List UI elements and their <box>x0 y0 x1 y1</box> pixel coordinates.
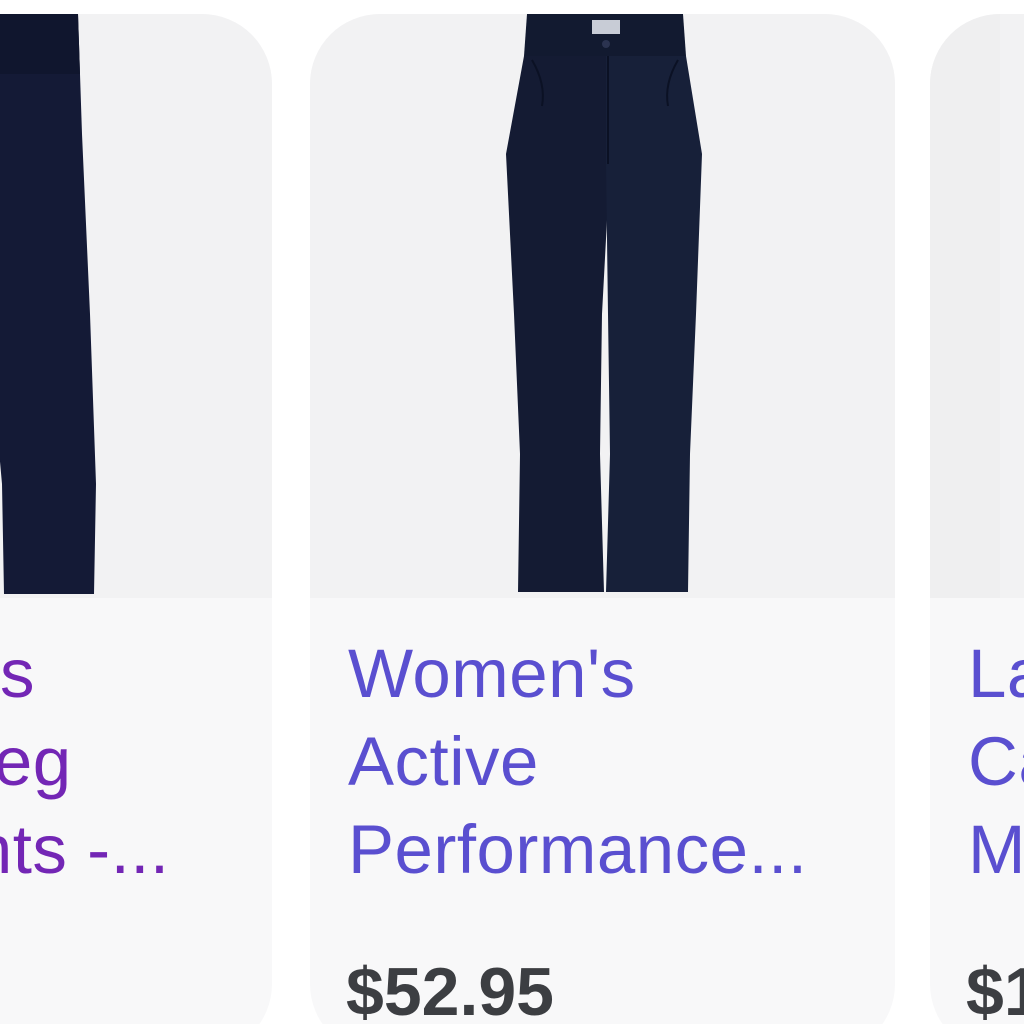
product-card-3[interactable]: La Ca M $1 <box>930 14 1024 1024</box>
product-title-line: La <box>968 635 1024 712</box>
pants-button-shape <box>602 40 610 48</box>
product-title-line: Ca <box>968 723 1024 800</box>
product-title-line: Active <box>348 723 539 800</box>
pants-label-shape <box>592 20 620 34</box>
navy-wide-leg-pants-image <box>0 14 96 594</box>
product-title-line: Women's <box>348 635 636 712</box>
product-title-line: ants -... <box>0 811 170 888</box>
product-title-1[interactable]: s Leg ants -... <box>0 630 170 894</box>
product-card-2[interactable]: Women's Active Performance... $52.95 <box>310 14 895 1024</box>
product-title-line: Performance... <box>348 811 808 888</box>
product-price-2: $52.95 <box>346 954 554 1024</box>
product-image-3[interactable] <box>930 14 1024 598</box>
product-title-3[interactable]: La Ca M <box>968 630 1024 894</box>
product-price-3: $1 <box>966 954 1024 1024</box>
pants-leg-shape <box>0 14 96 594</box>
product-title-2[interactable]: Women's Active Performance... <box>348 630 808 894</box>
product-image-2[interactable] <box>310 14 895 598</box>
image-background-shape <box>930 14 1000 598</box>
product-carousel: s Leg ants -... Women's <box>0 0 1024 1024</box>
product-title-line: s <box>0 635 35 712</box>
product-title-line: Leg <box>0 723 72 800</box>
pants-right-leg-shape <box>606 56 702 592</box>
pants-left-leg-shape <box>506 56 610 592</box>
pants-waistband-shape <box>0 14 80 74</box>
product-card-1[interactable]: s Leg ants -... <box>0 14 272 1024</box>
product-title-line: M <box>968 811 1024 888</box>
product-image-1[interactable] <box>0 14 272 598</box>
navy-straight-pants-image <box>506 14 702 592</box>
product-image <box>930 14 1000 598</box>
